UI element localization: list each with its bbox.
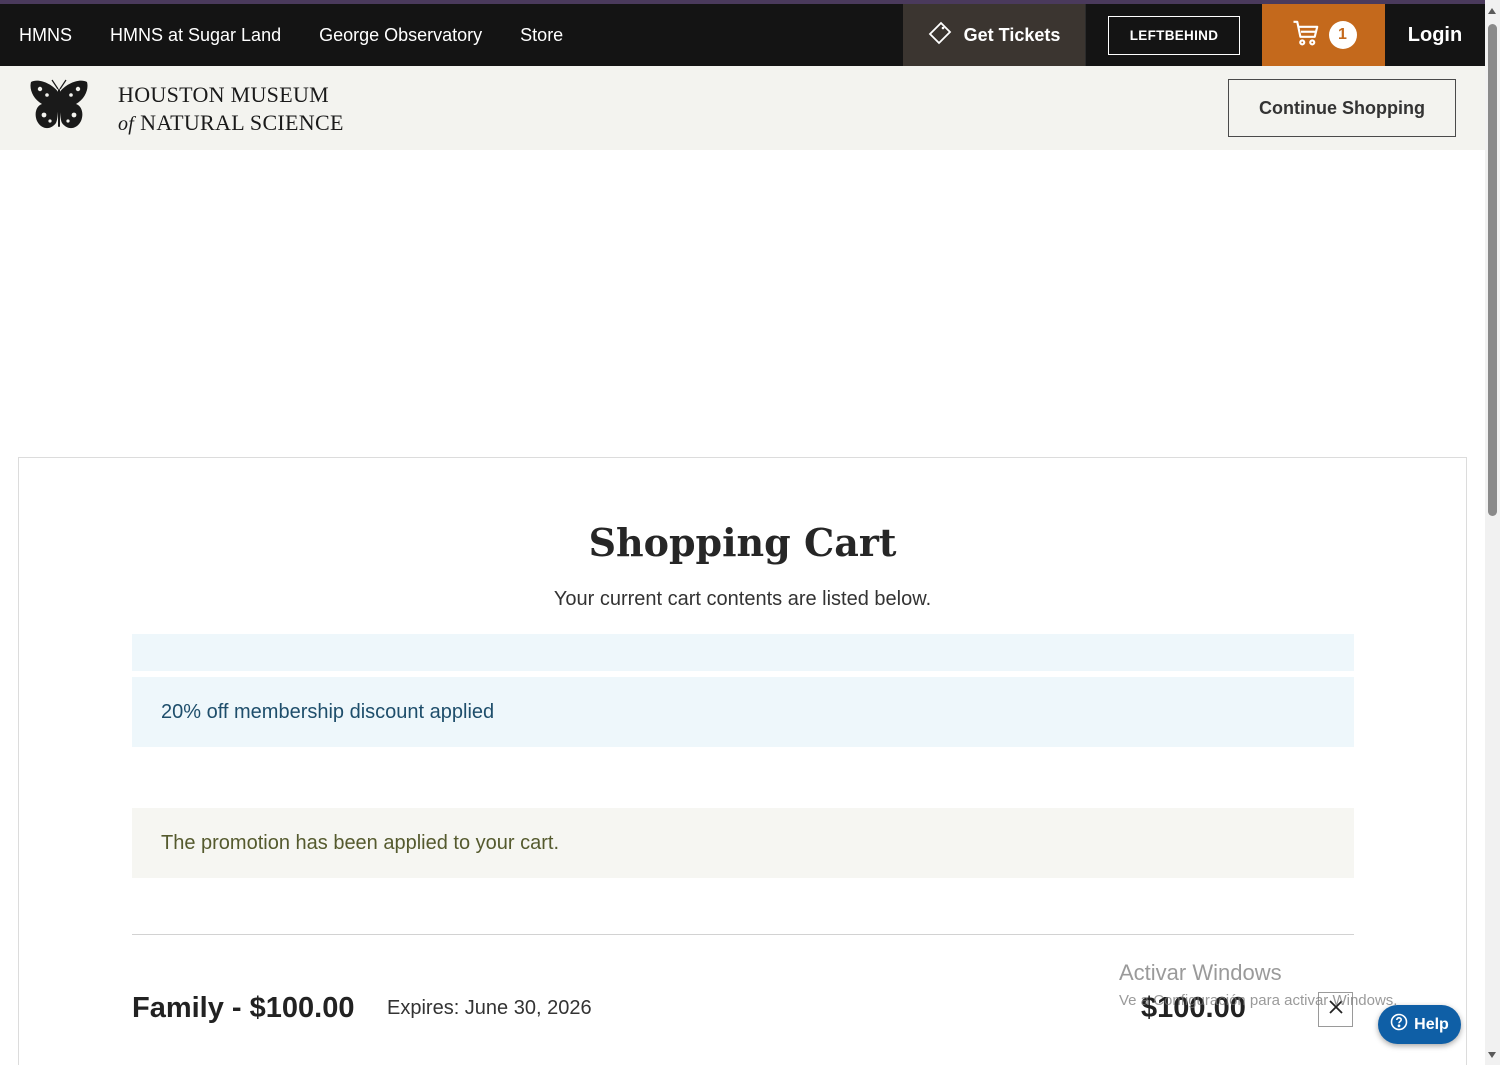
- login-link[interactable]: Login: [1385, 4, 1485, 66]
- shopping-cart-icon: [1291, 18, 1321, 53]
- museum-logo[interactable]: HOUSTON MUSEUM of NATURAL SCIENCE: [28, 79, 344, 140]
- museum-name-line1: HOUSTON MUSEUM: [118, 82, 329, 107]
- page-title: Shopping Cart: [588, 520, 897, 565]
- continue-shopping-button[interactable]: Continue Shopping: [1228, 79, 1456, 137]
- cart-subtitle: Your current cart contents are listed be…: [553, 588, 932, 610]
- scroll-up-arrow-icon[interactable]: [1488, 8, 1496, 14]
- site-header: HOUSTON MUSEUM of NATURAL SCIENCE Continu…: [0, 66, 1485, 150]
- promotion-message-text: The promotion has been applied to your c…: [161, 831, 560, 854]
- cart-button[interactable]: 1: [1262, 4, 1385, 66]
- info-banner: [132, 634, 1354, 671]
- scrollbar-thumb[interactable]: [1488, 24, 1497, 516]
- get-tickets-label: Get Tickets: [963, 24, 1061, 45]
- shopping-cart-panel: Shopping Cart Your current cart contents…: [18, 457, 1467, 1065]
- top-navigation: HMNS HMNS at Sugar Land George Observato…: [0, 4, 1485, 66]
- cart-item-expires: Expires: June 30, 2026: [387, 997, 592, 1019]
- museum-name-of: of: [118, 113, 135, 135]
- help-label: Help: [1414, 1015, 1449, 1033]
- discount-message: 20% off membership discount applied: [132, 677, 1354, 747]
- discount-message-text: 20% off membership discount applied: [161, 700, 495, 723]
- question-circle-icon: [1390, 1013, 1408, 1036]
- leftbehind-button[interactable]: LEFTBEHIND: [1108, 15, 1240, 55]
- nav-link-store[interactable]: Store: [520, 25, 563, 46]
- cart-item-price: $100.00: [1141, 992, 1246, 1024]
- butterfly-icon: [28, 79, 90, 140]
- scroll-down-arrow-icon[interactable]: [1488, 1052, 1496, 1058]
- top-nav-links: HMNS HMNS at Sugar Land George Observato…: [0, 4, 601, 66]
- page-scrollbar[interactable]: [1485, 0, 1500, 1065]
- museum-name: HOUSTON MUSEUM of NATURAL SCIENCE: [118, 81, 344, 138]
- divider: [132, 934, 1354, 935]
- promotion-message: The promotion has been applied to your c…: [132, 808, 1354, 878]
- nav-link-sugar-land[interactable]: HMNS at Sugar Land: [110, 25, 281, 46]
- help-button[interactable]: Help: [1378, 1005, 1461, 1044]
- nav-link-george-observatory[interactable]: George Observatory: [319, 25, 482, 46]
- remove-item-button[interactable]: [1318, 992, 1353, 1027]
- cart-item-name: Family - $100.00: [132, 992, 355, 1024]
- museum-name-line2: NATURAL SCIENCE: [140, 110, 344, 135]
- get-tickets-button[interactable]: Get Tickets: [903, 4, 1085, 66]
- nav-link-hmns[interactable]: HMNS: [19, 25, 72, 46]
- cart-count-badge: 1: [1328, 21, 1357, 49]
- ticket-icon: [928, 21, 952, 50]
- close-icon: [1328, 1000, 1343, 1019]
